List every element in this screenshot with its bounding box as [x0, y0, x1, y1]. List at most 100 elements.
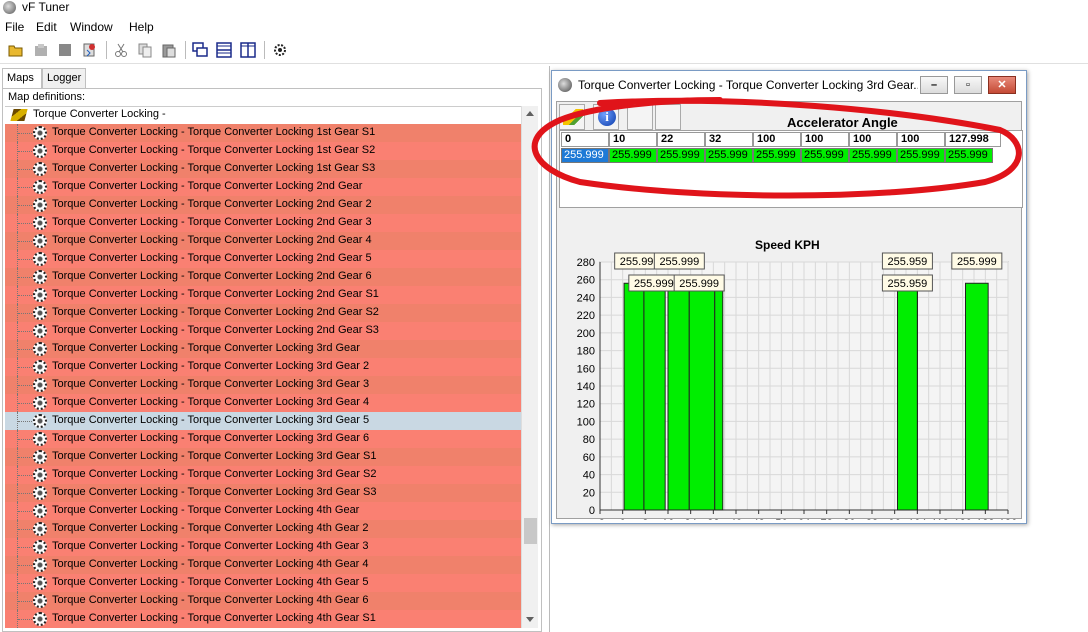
x-tick-label: -8 [595, 518, 605, 520]
table-value-cell[interactable]: 255.999 [705, 148, 753, 163]
tree-item[interactable]: Torque Converter Locking - Torque Conver… [5, 574, 521, 592]
cut-icon[interactable] [113, 42, 129, 58]
tree-item[interactable]: Torque Converter Locking - Torque Conver… [5, 412, 521, 430]
empty-tool-button[interactable] [655, 104, 681, 130]
tree-item[interactable]: Torque Converter Locking - Torque Conver… [5, 448, 521, 466]
tree-item[interactable]: Torque Converter Locking - Torque Conver… [5, 124, 521, 142]
tile-vertical-icon[interactable] [240, 42, 256, 58]
tree-item[interactable]: Torque Converter Locking - Torque Conver… [5, 160, 521, 178]
tree-item[interactable]: Torque Converter Locking - Torque Conver… [5, 430, 521, 448]
scroll-up-arrow-icon[interactable] [522, 106, 538, 122]
y-tick-label: 20 [583, 487, 595, 499]
tree-item[interactable]: Torque Converter Locking - Torque Conver… [5, 268, 521, 286]
tree-connector [18, 547, 32, 548]
tree-item-label: Torque Converter Locking - Torque Conver… [52, 342, 360, 354]
tree-item-label: Torque Converter Locking - Torque Conver… [52, 234, 372, 246]
data-label: 255.959 [888, 278, 928, 290]
tree-item[interactable]: Torque Converter Locking - Torque Conver… [5, 376, 521, 394]
table-value-cell[interactable]: 255.999 [609, 148, 657, 163]
tree-item[interactable]: Torque Converter Locking - Torque Conver… [5, 592, 521, 610]
chart-bar[interactable] [643, 282, 666, 511]
tree-item-label: Torque Converter Locking - Torque Conver… [52, 504, 360, 516]
table-value-cell[interactable]: 255.999 [801, 148, 849, 163]
x-tick-label: 0 [620, 518, 626, 520]
tree-item[interactable]: Torque Converter Locking - Torque Conver… [5, 394, 521, 412]
table-value-cell[interactable]: 255.999 [849, 148, 897, 163]
map-gear-icon [33, 306, 47, 320]
menu-help[interactable]: Help [129, 20, 154, 34]
y-tick-label: 180 [577, 346, 595, 358]
tile-horizontal-icon[interactable] [216, 42, 232, 58]
tree-item[interactable]: Torque Converter Locking - Torque Conver… [5, 538, 521, 556]
tree-item[interactable]: Torque Converter Locking - Torque Conver… [5, 232, 521, 250]
flash-icon[interactable] [81, 42, 97, 58]
save-disabled-icon[interactable] [33, 42, 49, 58]
tree-item[interactable]: Torque Converter Locking - Torque Conver… [5, 178, 521, 196]
table-header-cell: 0 [561, 132, 609, 147]
edit-tool-button[interactable] [559, 104, 585, 130]
table-value-cell[interactable]: 255.999 [561, 148, 609, 163]
tree-item[interactable]: Torque Converter Locking - Torque Conver… [5, 484, 521, 502]
tab-maps[interactable]: Maps [2, 68, 42, 89]
chart-bar[interactable] [714, 282, 724, 511]
stop-icon[interactable] [57, 42, 73, 58]
connect-icon[interactable] [272, 42, 288, 58]
tree-item[interactable]: Torque Converter Locking - Torque Conver… [5, 142, 521, 160]
copy-icon[interactable] [137, 42, 153, 58]
tree-item[interactable]: Torque Converter Locking - Torque Conver… [5, 610, 521, 628]
y-tick-label: 260 [577, 275, 595, 287]
tree-item[interactable]: Torque Converter Locking - Torque Conver… [5, 322, 521, 340]
y-tick-label: 40 [583, 470, 595, 482]
tree-item[interactable]: Torque Converter Locking - Torque Conver… [5, 520, 521, 538]
chart-bar[interactable] [688, 282, 716, 511]
tree-item[interactable]: Torque Converter Locking - Torque Conver… [5, 466, 521, 484]
tree-item[interactable]: Torque Converter Locking - Torque Conver… [5, 196, 521, 214]
scroll-thumb[interactable] [524, 518, 537, 544]
tree-item[interactable]: Torque Converter Locking - Torque Conver… [5, 304, 521, 322]
close-button[interactable]: ✕ [988, 76, 1016, 94]
empty-tool-button[interactable] [627, 104, 653, 130]
map-editor-window: Torque Converter Locking - Torque Conver… [551, 70, 1027, 524]
paste-icon[interactable] [161, 42, 177, 58]
menu-edit[interactable]: Edit [36, 20, 57, 34]
tree-item[interactable]: Torque Converter Locking - Torque Conver… [5, 340, 521, 358]
tree-item-label: Torque Converter Locking - Torque Conver… [52, 324, 379, 336]
y-tick-label: 280 [577, 257, 595, 269]
table-value-cell[interactable]: 255.999 [753, 148, 801, 163]
minimize-button[interactable]: – [920, 76, 948, 94]
table-value-cell[interactable]: 255.999 [945, 148, 993, 163]
x-tick-label: 64 [798, 518, 810, 520]
table-value-cell[interactable]: 255.999 [657, 148, 705, 163]
tree-item[interactable]: Torque Converter Locking - Torque Conver… [5, 556, 521, 574]
tree-item[interactable]: Torque Converter Locking - Torque Conver… [5, 250, 521, 268]
cascade-windows-icon[interactable] [192, 42, 208, 58]
tab-logger[interactable]: Logger [42, 68, 86, 88]
y-tick-label: 160 [577, 363, 595, 375]
panel-splitter[interactable] [549, 66, 550, 632]
menu-window[interactable]: Window [70, 20, 113, 34]
chart-bar[interactable] [965, 282, 989, 511]
map-editor-title-bar[interactable]: Torque Converter Locking - Torque Conver… [552, 71, 1026, 99]
tree-item[interactable]: Torque Converter Locking - Torque Conver… [5, 502, 521, 520]
window-app-icon [558, 78, 572, 92]
menu-file[interactable]: File [5, 20, 24, 34]
chart-bar[interactable] [623, 282, 645, 511]
chart-bar[interactable] [667, 282, 690, 511]
map-gear-icon [33, 432, 47, 446]
table-header-cell: 22 [657, 132, 705, 147]
tree-item[interactable]: Torque Converter Locking - Torque Conver… [5, 214, 521, 232]
scroll-down-arrow-icon[interactable] [522, 612, 538, 628]
maximize-button[interactable]: ▫ [954, 76, 982, 94]
chart-bar[interactable] [897, 282, 918, 511]
tree-item[interactable]: Torque Converter Locking - Torque Conver… [5, 286, 521, 304]
x-tick-label: 96 [889, 518, 901, 520]
open-folder-icon[interactable] [8, 42, 24, 58]
tree-scrollbar[interactable] [521, 106, 538, 628]
table-value-cell[interactable]: 255.999 [897, 148, 945, 163]
tree-connector [18, 277, 32, 278]
data-label: 255.999 [620, 256, 660, 268]
info-button[interactable]: i [593, 104, 619, 130]
tree-root-node[interactable]: Torque Converter Locking - [5, 107, 521, 124]
tree-item[interactable]: Torque Converter Locking - Torque Conver… [5, 358, 521, 376]
tree-connector [18, 421, 32, 422]
